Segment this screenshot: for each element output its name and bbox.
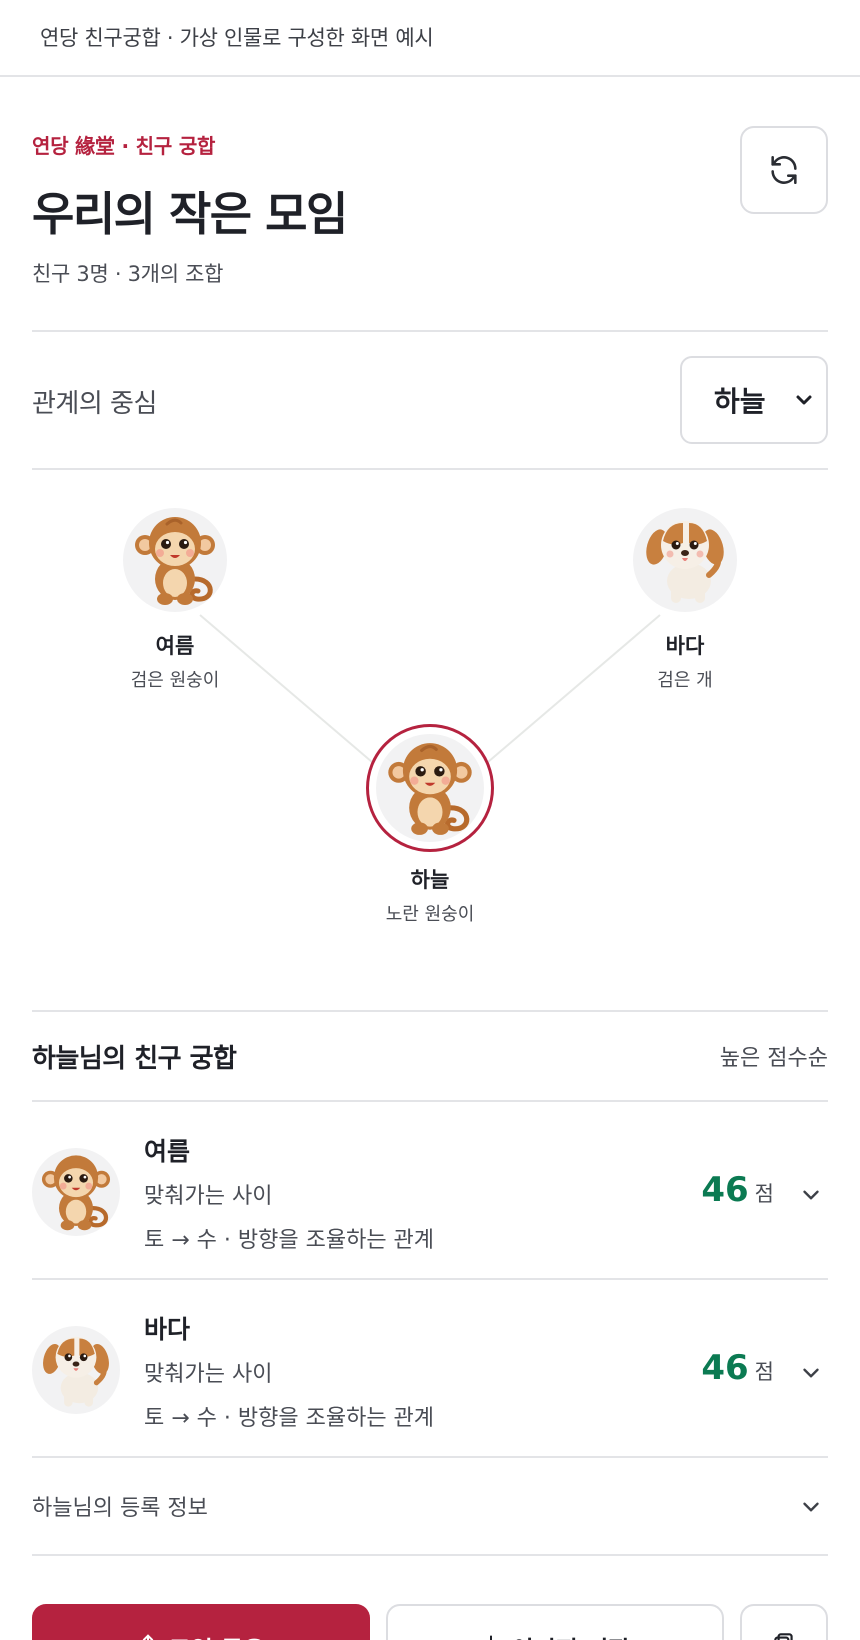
center-select-value: 하늘 (714, 385, 766, 418)
score-unit: 점 (754, 1182, 774, 1206)
network-node-bada[interactable]: 바다 검은 개 (605, 508, 765, 692)
divider (32, 1010, 828, 1012)
matches-title: 하늘님의 친구 궁합 (32, 1044, 237, 1074)
center-select[interactable]: 하늘 (680, 356, 828, 444)
dog-icon (43, 1336, 109, 1407)
chevron-down-icon[interactable] (798, 1360, 824, 1386)
center-selector-label: 관계의 중심 (32, 389, 157, 419)
relationship-network: 여름 검은 원숭이 바다 검은 개 하늘 노란 원숭이 (0, 480, 860, 940)
avatar (32, 1326, 120, 1414)
sort-toggle[interactable]: 높은 점수순 (720, 1040, 828, 1072)
divider (32, 330, 828, 332)
score-value: 46 (701, 1348, 749, 1388)
network-node-yeoreum[interactable]: 여름 검은 원숭이 (95, 508, 255, 692)
save-image-button[interactable]: 이미지 저장 (386, 1604, 724, 1640)
brand-eyebrow: 연당 緣堂 · 친구 궁합 (32, 134, 216, 158)
match-description: 토 → 수 · 방향을 조율하는 관계 (144, 1228, 435, 1253)
share-button-label: 모임 공유 (169, 1630, 266, 1640)
avatar (633, 508, 737, 612)
chevron-down-icon[interactable] (798, 1182, 824, 1208)
monkey-icon (388, 743, 472, 835)
share-icon (142, 1634, 153, 1640)
match-row[interactable]: 여름 맞춰가는 사이 토 → 수 · 방향을 조율하는 관계 46 점 (32, 1102, 828, 1278)
match-score: 46 점 (701, 1170, 774, 1210)
monkey-icon (41, 1155, 111, 1231)
refresh-icon (771, 155, 797, 185)
divider (32, 468, 828, 470)
registration-info-toggle[interactable]: 하늘님의 등록 정보 (32, 1490, 208, 1522)
copy-button[interactable] (740, 1604, 828, 1640)
page-title: 우리의 작은 모임 (32, 187, 348, 241)
match-name: 바다 (144, 1315, 191, 1344)
node-name: 바다 (665, 634, 705, 658)
share-group-button[interactable]: 모임 공유 (32, 1604, 370, 1640)
network-node-center[interactable]: 하늘 노란 원숭이 (350, 724, 510, 926)
node-name: 여름 (155, 634, 195, 658)
center-avatar-ring (366, 724, 494, 852)
match-score: 46 점 (701, 1348, 774, 1388)
match-relation: 맞춰가는 사이 (144, 1184, 273, 1209)
match-row[interactable]: 바다 맞춰가는 사이 토 → 수 · 방향을 조율하는 관계 46 점 (32, 1280, 828, 1456)
download-icon (489, 1635, 492, 1640)
chevron-down-icon[interactable] (798, 1494, 824, 1520)
chevron-down-icon (796, 395, 812, 405)
divider (32, 1456, 828, 1458)
match-relation: 맞춰가는 사이 (144, 1362, 273, 1387)
divider (32, 1554, 828, 1556)
node-subtitle: 검은 원숭이 (130, 670, 220, 691)
score-value: 46 (701, 1170, 749, 1210)
match-name: 여름 (144, 1137, 191, 1166)
group-summary: 친구 3명 · 3개의 조합 (32, 262, 224, 286)
top-bar: 연당 친구궁합 · 가상 인물로 구성한 화면 예시 (0, 0, 860, 77)
refresh-button[interactable] (740, 126, 828, 214)
node-subtitle: 노란 원숭이 (385, 904, 475, 925)
avatar (32, 1148, 120, 1236)
score-unit: 점 (754, 1360, 774, 1384)
avatar (123, 508, 227, 612)
avatar (376, 734, 484, 842)
top-bar-text: 연당 친구궁합 · 가상 인물로 구성한 화면 예시 (40, 26, 434, 50)
save-button-label: 이미지 저장 (512, 1630, 631, 1640)
monkey-icon (135, 517, 215, 605)
node-name: 하늘 (410, 868, 450, 892)
node-subtitle: 검은 개 (657, 670, 713, 691)
dog-icon (646, 521, 724, 603)
match-description: 토 → 수 · 방향을 조율하는 관계 (144, 1406, 435, 1431)
copy-icon (774, 1633, 793, 1640)
